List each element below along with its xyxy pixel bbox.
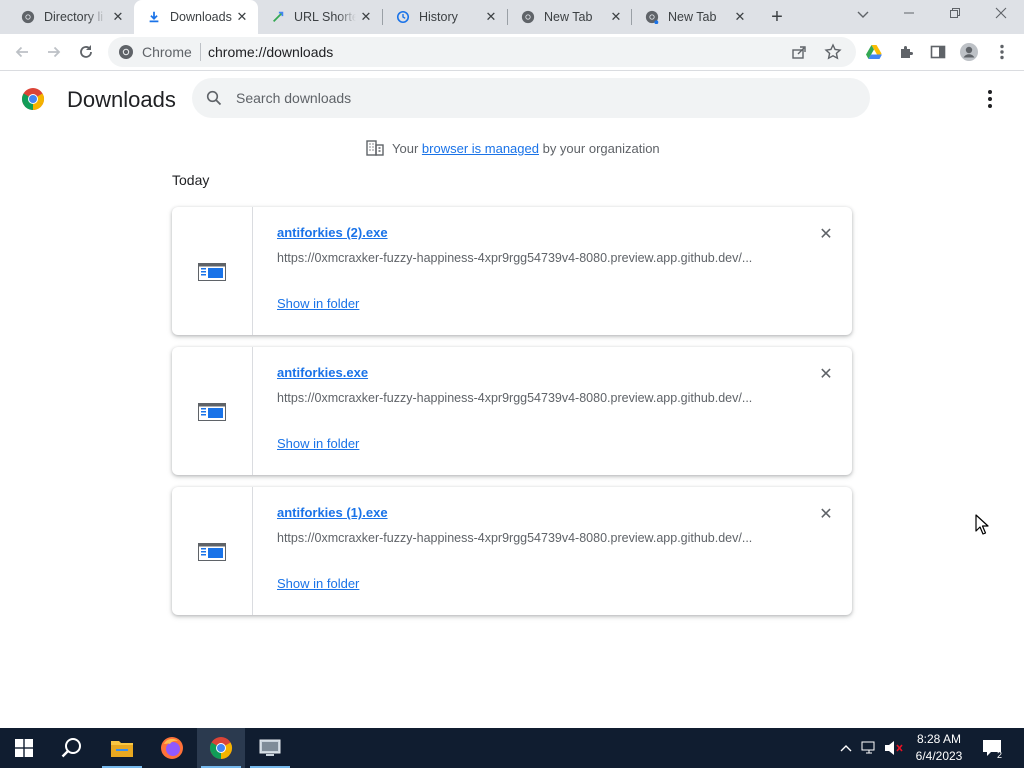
extensions-puzzle-icon[interactable] <box>896 42 916 62</box>
clock-time: 8:28 AM <box>916 732 962 746</box>
download-source-url[interactable]: https://0xmcraxker-fuzzy-happiness-4xpr9… <box>277 531 777 545</box>
chrome-globe-icon <box>520 9 536 25</box>
url-text[interactable]: chrome://downloads <box>208 44 333 60</box>
address-bar[interactable]: Chrome chrome://downloads <box>108 37 856 67</box>
network-icon[interactable] <box>860 738 880 758</box>
remove-download-icon[interactable]: ✕ <box>816 505 836 525</box>
tab-title: History <box>419 10 458 24</box>
tab-title: New Tab <box>668 10 717 24</box>
executable-file-icon <box>198 543 226 561</box>
search-downloads-box[interactable] <box>192 78 870 118</box>
tab-title: URL Shorte <box>294 10 356 24</box>
download-item: antiforkies (1).exe https://0xmcraxker-f… <box>172 487 852 615</box>
download-item: antiforkies.exe https://0xmcraxker-fuzzy… <box>172 347 852 475</box>
tab-title: Directory li <box>44 10 104 24</box>
tab-title: Downloads <box>170 10 232 24</box>
close-tab-icon[interactable]: ✕ <box>732 9 748 25</box>
scheme-label: Chrome <box>142 44 192 60</box>
chrome-logo-icon <box>21 87 45 116</box>
tab-new-tab[interactable]: New Tab ✕ <box>508 0 632 34</box>
minimize-icon[interactable] <box>897 4 921 24</box>
file-icon-column <box>172 207 253 335</box>
tab-history[interactable]: History ✕ <box>383 0 507 34</box>
reload-icon[interactable] <box>76 42 96 62</box>
file-explorer-icon[interactable] <box>98 728 146 768</box>
tab-directory-listing[interactable]: Directory li ✕ <box>8 0 132 34</box>
tab-search-icon[interactable] <box>851 4 875 24</box>
forward-arrow-icon[interactable] <box>44 42 64 62</box>
new-tab-button[interactable]: + <box>766 7 788 27</box>
download-filename-link[interactable]: antiforkies (2).exe <box>277 225 388 240</box>
tab-strip: Directory li ✕ Downloads ✕ URL Shorte ✕ … <box>0 0 1024 34</box>
remote-desktop-icon[interactable] <box>246 728 294 768</box>
page-title: Downloads <box>67 87 176 112</box>
downloads-header: Downloads <box>0 72 1024 128</box>
executable-file-icon <box>198 403 226 421</box>
tab-title: New Tab <box>544 10 593 24</box>
mouse-cursor-icon <box>975 514 991 536</box>
download-source-url[interactable]: https://0xmcraxker-fuzzy-happiness-4xpr9… <box>277 251 777 265</box>
url-shortener-icon <box>270 9 286 25</box>
side-panel-icon[interactable] <box>928 42 948 62</box>
close-tab-icon[interactable]: ✕ <box>110 9 126 25</box>
search-input[interactable] <box>236 88 836 108</box>
bookmark-star-icon[interactable] <box>824 43 842 66</box>
executable-file-icon <box>198 263 226 281</box>
search-icon <box>206 90 222 111</box>
managed-notice: Your browser is managed by your organiza… <box>366 140 660 158</box>
managed-prefix: Your <box>392 141 419 156</box>
file-icon-column <box>172 487 253 615</box>
system-clock[interactable]: 8:28 AM 6/4/2023 <box>910 731 968 765</box>
tab-downloads[interactable]: Downloads ✕ <box>134 0 258 34</box>
chrome-menu-icon[interactable] <box>992 42 1012 62</box>
download-icon <box>146 9 162 25</box>
notification-count-badge: 2 <box>997 750 1003 760</box>
chevron-up-icon[interactable] <box>836 738 856 758</box>
volume-muted-icon[interactable] <box>884 738 904 758</box>
managed-suffix: by your organization <box>542 141 660 156</box>
search-icon[interactable] <box>48 728 96 768</box>
chrome-globe-icon <box>644 9 660 25</box>
clock-date: 6/4/2023 <box>915 749 963 763</box>
close-tab-icon[interactable]: ✕ <box>358 9 374 25</box>
chrome-logo-icon <box>118 44 134 65</box>
file-icon-column <box>172 347 253 475</box>
scheme-separator <box>200 43 201 61</box>
browser-managed-link[interactable]: browser is managed <box>422 141 539 156</box>
section-heading-today: Today <box>172 172 210 188</box>
more-actions-icon[interactable] <box>980 89 1000 109</box>
tab-url-shortener[interactable]: URL Shorte ✕ <box>258 0 382 34</box>
download-filename-link[interactable]: antiforkies (1).exe <box>277 505 388 520</box>
profile-avatar-icon[interactable] <box>959 42 979 62</box>
show-in-folder-link[interactable]: Show in folder <box>277 576 359 591</box>
start-windows-icon[interactable] <box>0 728 48 768</box>
remove-download-icon[interactable]: ✕ <box>816 365 836 385</box>
google-drive-icon[interactable] <box>864 42 884 62</box>
browser-toolbar: Chrome chrome://downloads <box>0 34 1024 71</box>
history-icon <box>395 9 411 25</box>
close-tab-icon[interactable]: ✕ <box>608 9 624 25</box>
close-window-icon[interactable] <box>989 4 1013 24</box>
remove-download-icon[interactable]: ✕ <box>816 225 836 245</box>
firefox-icon[interactable] <box>148 728 196 768</box>
building-icon <box>366 140 384 161</box>
back-arrow-icon[interactable] <box>12 42 32 62</box>
download-source-url[interactable]: https://0xmcraxker-fuzzy-happiness-4xpr9… <box>277 391 777 405</box>
download-filename-link[interactable]: antiforkies.exe <box>277 365 368 380</box>
windows-taskbar: 8:28 AM 6/4/2023 <box>0 728 1024 768</box>
chrome-globe-icon <box>20 9 36 25</box>
close-tab-icon[interactable]: ✕ <box>234 9 250 25</box>
download-item: antiforkies (2).exe https://0xmcraxker-f… <box>172 207 852 335</box>
share-icon[interactable] <box>791 44 807 65</box>
close-tab-icon[interactable]: ✕ <box>483 9 499 25</box>
tab-new-tab[interactable]: New Tab ✕ <box>632 0 756 34</box>
chrome-taskbar-icon[interactable] <box>197 728 245 768</box>
show-in-folder-link[interactable]: Show in folder <box>277 436 359 451</box>
restore-icon[interactable] <box>943 4 967 24</box>
show-in-folder-link[interactable]: Show in folder <box>277 296 359 311</box>
